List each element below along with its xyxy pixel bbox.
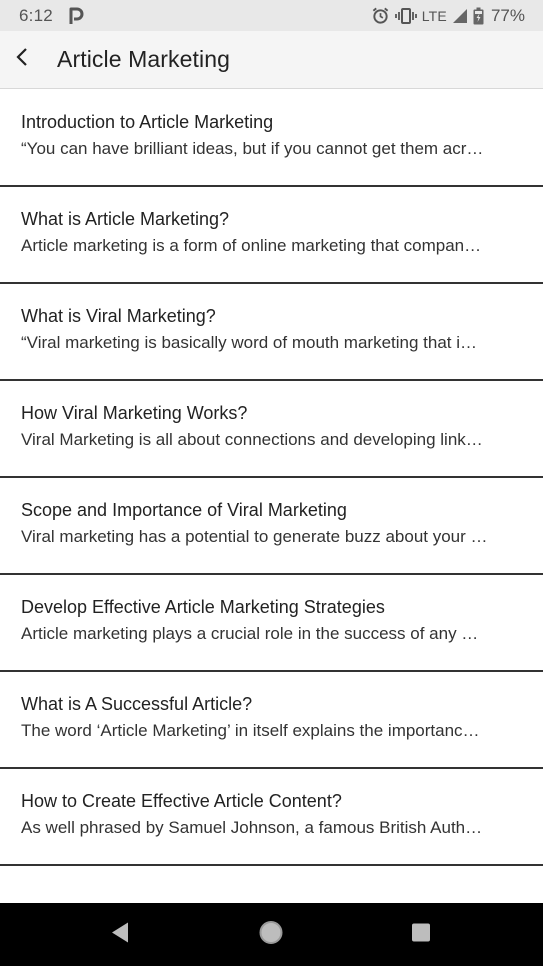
list-item[interactable]: Develop Effective Article Marketing Stra… bbox=[0, 575, 543, 672]
app-bar: Article Marketing bbox=[0, 31, 543, 89]
home-circle-icon bbox=[258, 919, 284, 950]
article-snippet: Article marketing is a form of online ma… bbox=[21, 236, 482, 255]
list-item[interactable]: What is Article Marketing? Article marke… bbox=[0, 187, 543, 284]
nav-home-button[interactable] bbox=[258, 919, 284, 950]
article-title: How Viral Marketing Works? bbox=[21, 403, 248, 423]
article-title: Scope and Importance of Viral Marketing bbox=[21, 500, 347, 520]
page-title: Article Marketing bbox=[57, 46, 230, 72]
alarm-icon bbox=[371, 6, 390, 25]
article-snippet: Viral Marketing is all about connections… bbox=[21, 430, 483, 449]
chevron-left-icon bbox=[15, 47, 29, 72]
battery-percent: 77% bbox=[490, 5, 525, 25]
system-nav-bar bbox=[0, 903, 543, 966]
article-snippet: Viral marketing has a potential to gener… bbox=[21, 527, 488, 546]
article-snippet: As well phrased by Samuel Johnson, a fam… bbox=[21, 818, 483, 837]
status-time: 6:12 bbox=[19, 5, 53, 25]
article-snippet: The word ‘Article Marketing’ in itself e… bbox=[21, 721, 480, 740]
list-item[interactable]: How Viral Marketing Works? Viral Marketi… bbox=[0, 381, 543, 478]
article-snippet: Article marketing plays a crucial role i… bbox=[21, 624, 479, 643]
nav-back-button[interactable] bbox=[110, 921, 130, 948]
network-type: LTE bbox=[421, 7, 447, 24]
article-title: What is A Successful Article? bbox=[21, 694, 253, 714]
vibrate-icon bbox=[394, 7, 417, 25]
parking-app-icon bbox=[67, 7, 85, 25]
article-title: Develop Effective Article Marketing Stra… bbox=[21, 597, 385, 617]
battery-icon bbox=[473, 7, 484, 25]
list-item[interactable]: What is A Successful Article? The word ‘… bbox=[0, 672, 543, 769]
back-button[interactable] bbox=[4, 40, 40, 80]
status-bar: 6:12 LTE 77% bbox=[0, 0, 543, 31]
back-triangle-icon bbox=[110, 921, 130, 948]
article-title: What is Article Marketing? bbox=[21, 209, 230, 229]
article-title: How to Create Effective Article Content? bbox=[21, 791, 342, 811]
article-title: What is Viral Marketing? bbox=[21, 306, 216, 326]
list-item[interactable]: Introduction to Article Marketing “You c… bbox=[0, 90, 543, 187]
article-title: Introduction to Article Marketing bbox=[21, 112, 274, 132]
list-item[interactable]: What is Viral Marketing? “Viral marketin… bbox=[0, 284, 543, 381]
list-item[interactable]: How to Create Effective Article Content?… bbox=[0, 769, 543, 866]
status-icons: LTE 77% bbox=[371, 6, 525, 26]
signal-icon bbox=[452, 8, 468, 24]
recents-square-icon bbox=[411, 922, 431, 947]
article-snippet: “You can have brilliant ideas, but if yo… bbox=[21, 139, 484, 158]
article-snippet: “Viral marketing is basically word of mo… bbox=[21, 333, 478, 352]
list-item[interactable]: Scope and Importance of Viral Marketing … bbox=[0, 478, 543, 575]
nav-recents-button[interactable] bbox=[411, 922, 431, 947]
article-list: Introduction to Article Marketing “You c… bbox=[0, 90, 543, 866]
